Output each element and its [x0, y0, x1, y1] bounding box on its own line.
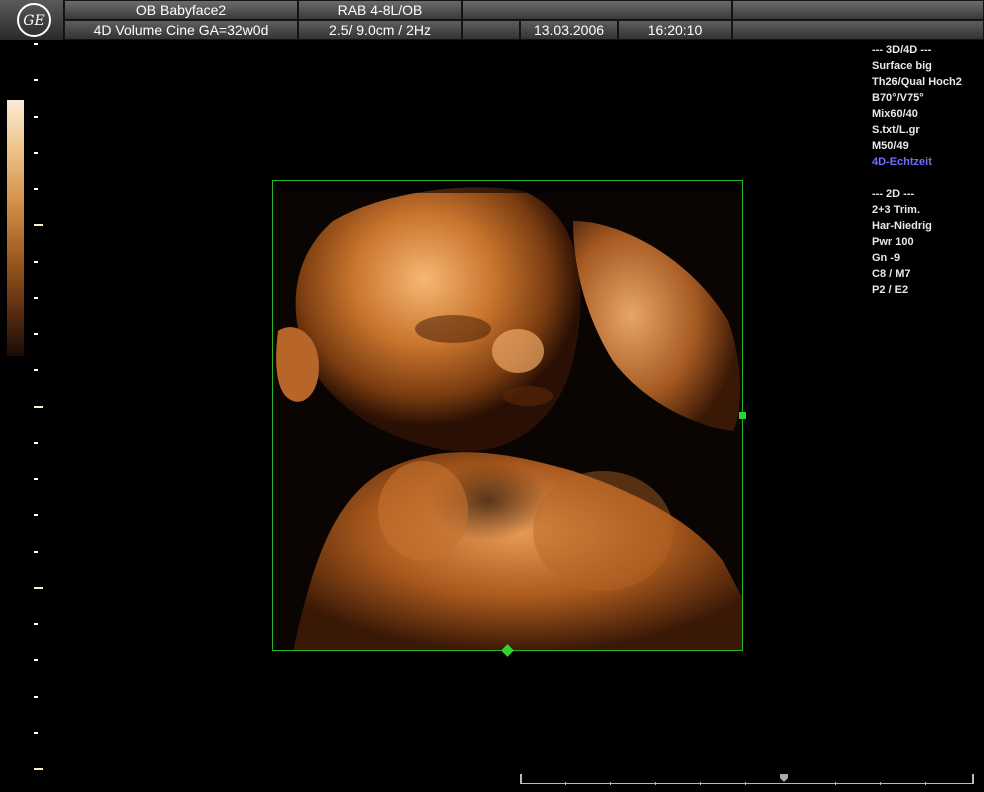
depth-tick — [34, 732, 38, 734]
depth-tick — [34, 369, 38, 371]
ge-logo: GE — [0, 0, 64, 40]
header-blank-3 — [462, 20, 520, 40]
param-harmonic: Har-Niedrig — [872, 220, 932, 232]
param-trim: 2+3 Trim. — [872, 204, 921, 216]
depth-tick — [34, 188, 38, 190]
depth-tick — [34, 442, 38, 444]
roi-right-handle[interactable] — [739, 412, 746, 419]
cine-loop-bar[interactable] — [520, 772, 974, 786]
exam-date: 13.03.2006 — [520, 20, 618, 40]
param-surface: Surface big — [872, 60, 932, 72]
param-mix: Mix60/40 — [872, 108, 918, 120]
param-power: Pwr 100 — [872, 236, 914, 248]
cine-tick — [655, 782, 656, 785]
param-gain: Gn -9 — [872, 252, 901, 264]
cine-start-bracket — [520, 774, 522, 784]
cine-tick — [700, 782, 701, 785]
depth-tick-major — [34, 406, 43, 408]
tint-color-bar — [7, 100, 24, 356]
cine-tick — [925, 782, 926, 785]
param-texture: S.txt/L.gr — [872, 124, 920, 136]
cine-tick — [745, 782, 746, 785]
depth-tick — [34, 551, 38, 553]
depth-tick — [34, 478, 38, 480]
preset-name: OB Babyface2 — [64, 0, 298, 20]
depth-tick — [34, 152, 38, 154]
depth-tick-major — [34, 587, 43, 589]
section-2d-label: --- 2D --- — [872, 188, 915, 200]
probe-name: RAB 4-8L/OB — [298, 0, 462, 20]
3d-render-view[interactable] — [272, 180, 743, 651]
depth-tick — [34, 43, 38, 45]
param-quality: Th26/Qual Hoch2 — [872, 76, 962, 88]
cine-end-bracket — [972, 774, 974, 784]
cine-position-marker[interactable] — [780, 774, 788, 782]
depth-tick — [34, 514, 38, 516]
param-p-e: P2 / E2 — [872, 284, 909, 296]
ge-logo-icon: GE — [17, 3, 51, 37]
header-blank-2 — [732, 0, 984, 20]
depth-tick — [34, 623, 38, 625]
depth-tick — [34, 297, 38, 299]
top-status-bar: GE OB Babyface2 RAB 4-8L/OB 4D Volume Ci… — [0, 0, 984, 40]
depth-scale — [0, 40, 60, 792]
depth-tick — [34, 333, 38, 335]
scan-mode: 4D Volume Cine GA=32w0d — [64, 20, 298, 40]
cine-tick — [835, 782, 836, 785]
cine-tick — [880, 782, 881, 785]
fetal-face-render — [273, 181, 742, 650]
param-angle: B70°/V75° — [872, 92, 924, 104]
param-m: M50/49 — [872, 140, 909, 152]
parameter-panel: --- 3D/4D --- Surface big Th26/Qual Hoch… — [872, 42, 984, 298]
depth-tick-major — [34, 768, 43, 770]
probe-settings: 2.5/ 9.0cm / 2Hz — [298, 20, 462, 40]
svg-text:GE: GE — [23, 13, 44, 29]
cine-track — [520, 783, 974, 784]
exam-time: 16:20:10 — [618, 20, 732, 40]
cine-tick — [565, 782, 566, 785]
depth-tick-major — [34, 224, 43, 226]
depth-tick — [34, 659, 38, 661]
header-blank-4 — [732, 20, 984, 40]
header-blank-1 — [462, 0, 732, 20]
depth-tick — [34, 696, 38, 698]
param-realtime: 4D-Echtzeit — [872, 156, 932, 168]
depth-tick — [34, 261, 38, 263]
cine-tick — [610, 782, 611, 785]
param-c-m: C8 / M7 — [872, 268, 911, 280]
section-3d4d-label: --- 3D/4D --- — [872, 44, 932, 56]
depth-tick — [34, 79, 38, 81]
depth-tick — [34, 116, 38, 118]
